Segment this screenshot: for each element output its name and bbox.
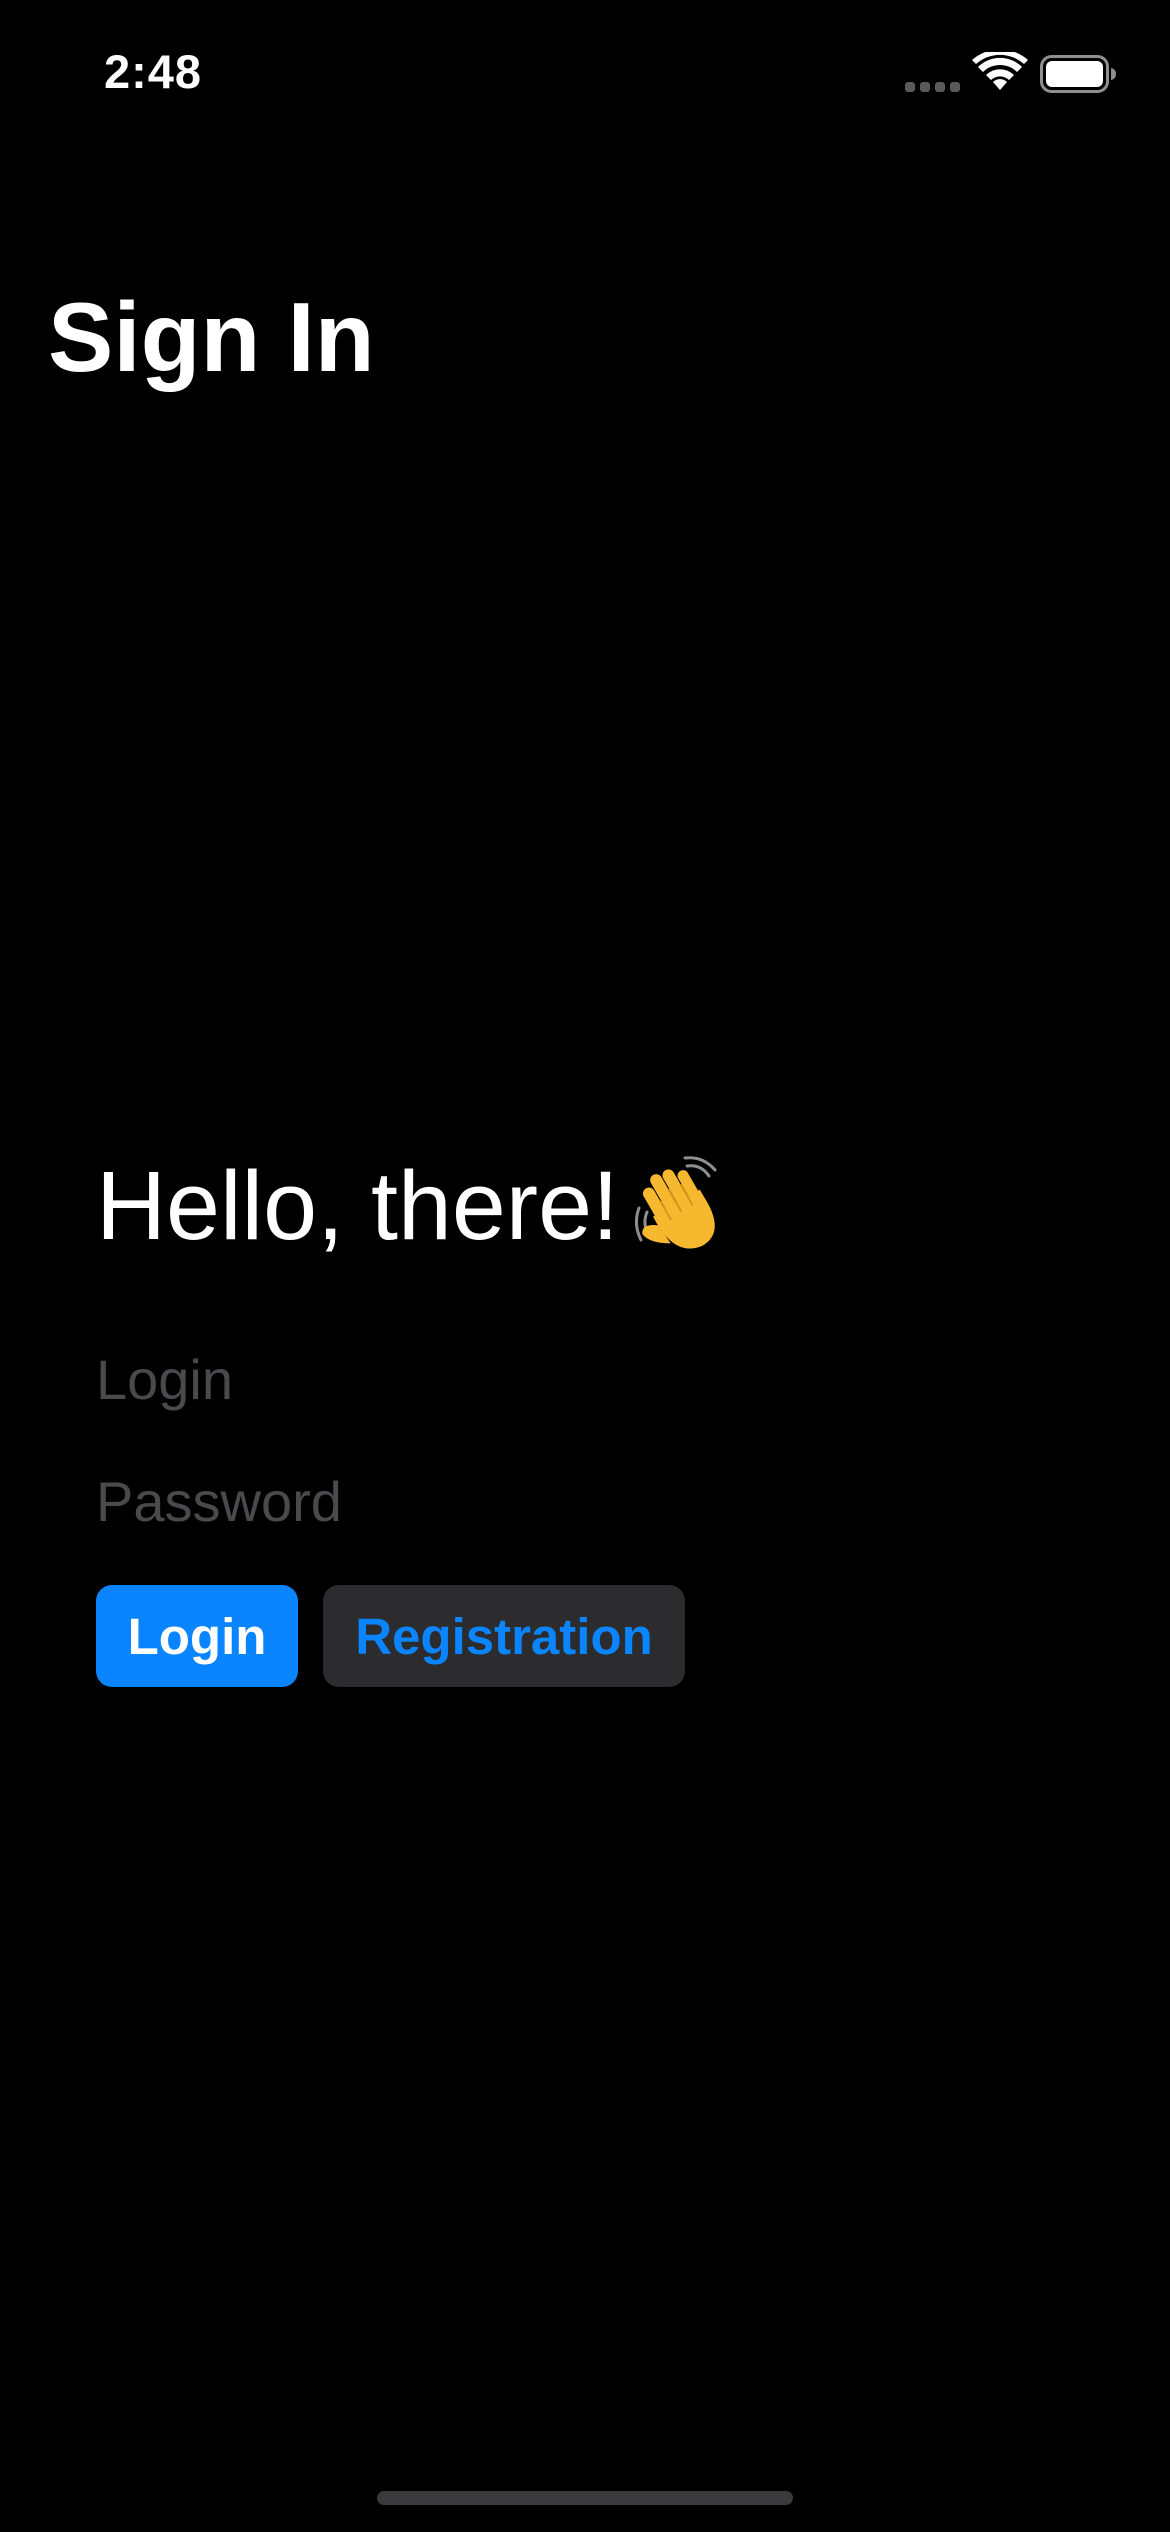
wifi-icon xyxy=(972,52,1028,90)
home-indicator[interactable] xyxy=(377,2491,793,2505)
status-bar: 2:48 xyxy=(0,0,1170,140)
waving-hand-icon xyxy=(634,1156,717,1249)
page-title: Sign In xyxy=(48,282,375,392)
status-time: 2:48 xyxy=(104,45,203,98)
login-field[interactable] xyxy=(96,1339,1076,1419)
greeting: Hello, there! xyxy=(96,1150,735,1260)
registration-button[interactable]: Registration xyxy=(323,1585,685,1687)
greeting-text: Hello, there! xyxy=(96,1150,619,1260)
login-button[interactable]: Login xyxy=(96,1585,298,1687)
battery-icon xyxy=(1040,55,1116,93)
cellular-signal-icon xyxy=(905,82,960,92)
password-field[interactable] xyxy=(96,1461,1076,1541)
